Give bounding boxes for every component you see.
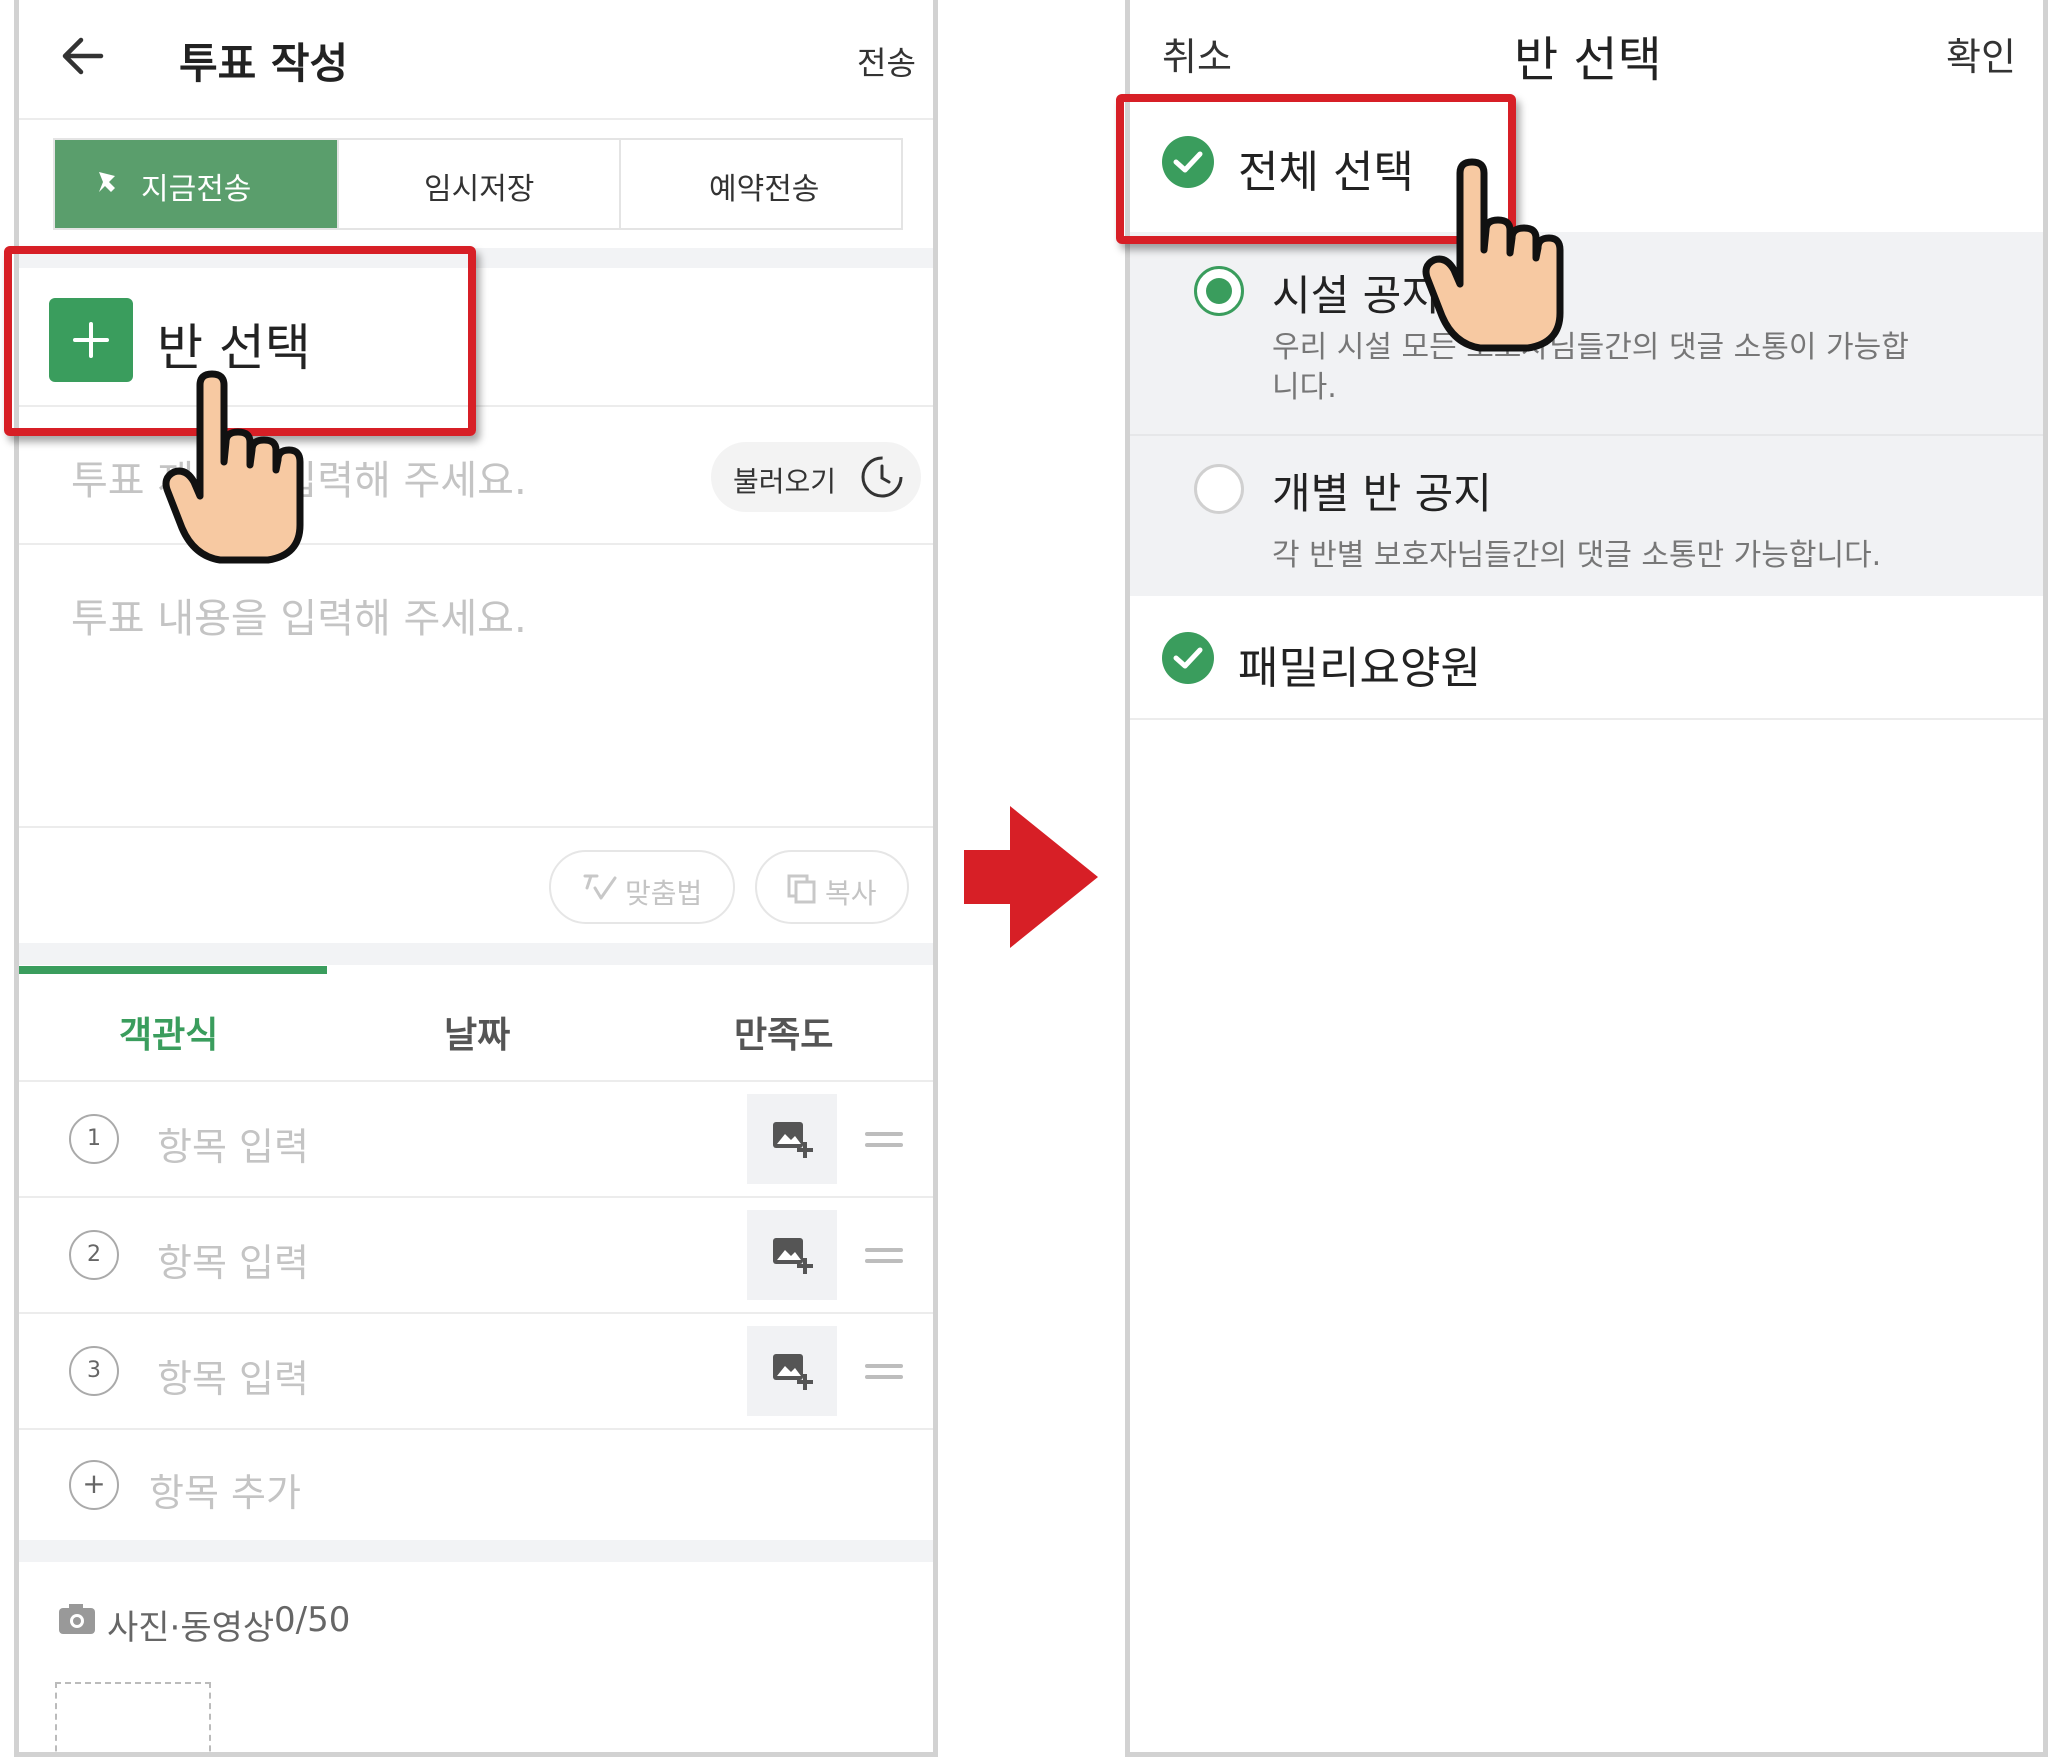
tab-date[interactable]: 날짜 bbox=[444, 1006, 510, 1058]
radio-individual-notice[interactable] bbox=[1194, 464, 1244, 514]
tab-draft[interactable]: 임시저장 bbox=[424, 164, 534, 208]
spellcheck-button[interactable]: 맞춤법 bbox=[549, 850, 735, 924]
back-arrow-icon[interactable] bbox=[59, 36, 105, 76]
clock-icon bbox=[861, 456, 903, 498]
option-input[interactable]: 항목 입력 bbox=[157, 1116, 309, 1171]
facility-row[interactable]: 패밀리요양원 bbox=[1130, 598, 2043, 718]
image-add-icon bbox=[773, 1354, 813, 1390]
drag-handle-icon[interactable] bbox=[865, 1132, 903, 1154]
add-image-button[interactable] bbox=[747, 1210, 837, 1300]
option-number: 2 bbox=[69, 1230, 119, 1280]
cancel-button[interactable]: 취소 bbox=[1162, 26, 1232, 81]
media-label: 사진·동영상 bbox=[107, 1608, 275, 1648]
notice-option-desc: 각 반별 보호자님들간의 댓글 소통만 가능합니다. bbox=[1272, 538, 1882, 573]
active-tab-indicator bbox=[19, 966, 327, 974]
notice-option-facility[interactable]: 시설 공지 우리 시설 모든 보호자님들간의 댓글 소통이 가능합니다. bbox=[1130, 232, 2043, 434]
camera-icon bbox=[59, 1604, 95, 1634]
option-row: 3 항목 입력 bbox=[19, 1314, 933, 1428]
image-add-icon bbox=[773, 1238, 813, 1274]
spellcheck-icon bbox=[583, 874, 617, 900]
notice-option-title: 시설 공지 bbox=[1272, 271, 1440, 320]
page-title: 반 선택 bbox=[1514, 32, 1662, 88]
drag-handle-icon[interactable] bbox=[865, 1364, 903, 1386]
right-arrow-icon bbox=[964, 806, 1098, 948]
page-title: 투표 작성 bbox=[179, 39, 349, 88]
copy-button[interactable]: 복사 bbox=[755, 850, 909, 924]
option-row: 2 항목 입력 bbox=[19, 1198, 933, 1312]
notice-type-group: 시설 공지 우리 시설 모든 보호자님들간의 댓글 소통이 가능합니다. 개별 … bbox=[1130, 232, 2043, 596]
tab-send-now[interactable]: 지금전송 bbox=[55, 140, 337, 228]
vote-content-input[interactable]: 투표 내용을 입력해 주세요. bbox=[71, 586, 527, 644]
checkmark-icon bbox=[1162, 632, 1214, 684]
add-option-row[interactable]: + 항목 추가 bbox=[19, 1430, 933, 1542]
tab-multiple-choice[interactable]: 객관식 bbox=[119, 1006, 218, 1058]
tab-satisfaction[interactable]: 만족도 bbox=[734, 1006, 833, 1058]
tab-send-now-label: 지금전송 bbox=[141, 172, 252, 207]
notice-option-title: 개별 반 공지 bbox=[1272, 469, 1492, 518]
media-count: 0/50 bbox=[274, 1600, 351, 1640]
image-add-icon bbox=[773, 1122, 813, 1158]
copy-icon bbox=[787, 874, 816, 904]
plus-icon: + bbox=[69, 1460, 119, 1510]
option-number: 1 bbox=[69, 1114, 119, 1164]
option-row: 1 항목 입력 bbox=[19, 1082, 933, 1196]
confirm-button[interactable]: 확인 bbox=[1946, 26, 2016, 81]
add-image-button[interactable] bbox=[747, 1094, 837, 1184]
spellcheck-label: 맞춤법 bbox=[625, 877, 703, 910]
pin-icon bbox=[99, 172, 115, 192]
facility-name: 패밀리요양원 bbox=[1238, 643, 1481, 694]
option-input[interactable]: 항목 입력 bbox=[157, 1348, 309, 1403]
media-upload-slot[interactable] bbox=[55, 1682, 211, 1752]
load-button[interactable]: 불러오기 bbox=[711, 442, 921, 512]
notice-option-individual[interactable]: 개별 반 공지 각 반별 보호자님들간의 댓글 소통만 가능합니다. bbox=[1130, 436, 2043, 596]
pointing-hand-icon bbox=[162, 370, 304, 564]
radio-facility-notice[interactable] bbox=[1194, 266, 1244, 316]
load-label: 불러오기 bbox=[733, 465, 837, 498]
add-option-label: 항목 추가 bbox=[149, 1471, 301, 1515]
option-input[interactable]: 항목 입력 bbox=[157, 1232, 309, 1287]
tab-scheduled[interactable]: 예약전송 bbox=[709, 164, 819, 208]
add-image-button[interactable] bbox=[747, 1326, 837, 1416]
pointing-hand-icon bbox=[1422, 158, 1564, 352]
option-number: 3 bbox=[69, 1346, 119, 1396]
class-select-screen: 취소 반 선택 확인 전체 선택 시설 공지 우리 시설 모든 보호자님들간의 … bbox=[1125, 0, 2048, 1757]
copy-label: 복사 bbox=[825, 877, 877, 910]
send-button[interactable]: 전송 bbox=[857, 38, 916, 84]
notice-option-desc: 우리 시설 모든 보호자님들간의 댓글 소통이 가능합니다. bbox=[1272, 330, 1909, 405]
drag-handle-icon[interactable] bbox=[865, 1248, 903, 1270]
